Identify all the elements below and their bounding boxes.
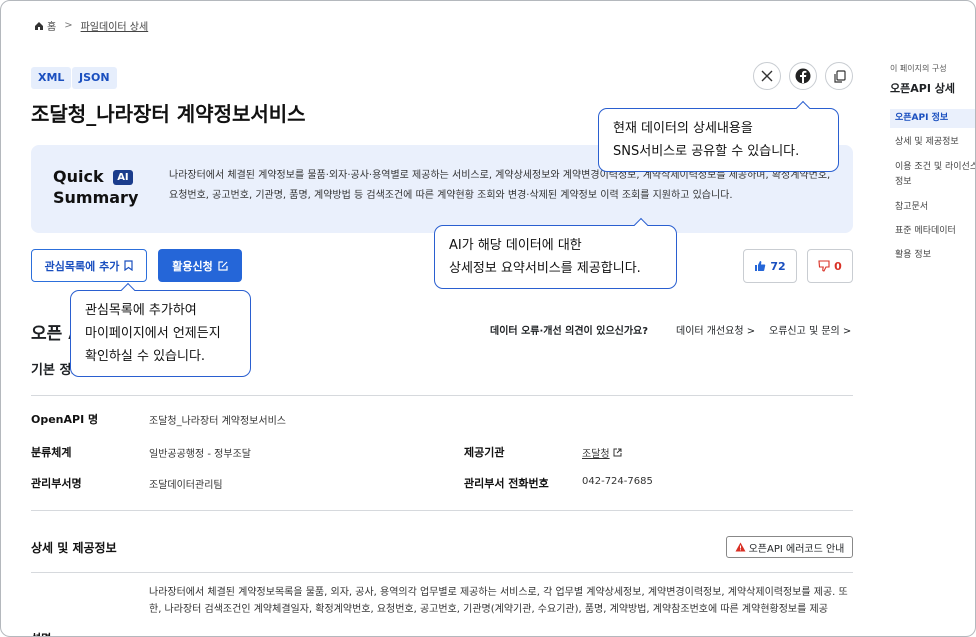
- divider: [31, 395, 853, 396]
- toc-item-reference[interactable]: 참고문서: [890, 200, 928, 215]
- favorite-tooltip-line2: 마이페이지에서 언제든지: [85, 326, 221, 341]
- divider: [31, 572, 853, 573]
- toc-item-license[interactable]: 이용 조건 및 라이선스 정보: [890, 160, 975, 190]
- provider-link[interactable]: 조달청: [582, 445, 622, 460]
- dept-label: 관리부서명: [31, 477, 82, 490]
- share-tooltip-line2: SNS서비스로 공유할 수 있습니다.: [613, 144, 800, 159]
- format-tag-xml: XML: [31, 67, 72, 89]
- dislike-count: 0: [834, 259, 842, 273]
- share-tooltip-line1: 현재 데이터의 상세내용을: [613, 121, 753, 136]
- category-label: 분류체계: [31, 446, 72, 459]
- format-tag-json: JSON: [72, 67, 117, 89]
- quick-summary-text: 나라장터에서 체결된 계약정보를 물품·외자·공사·용역별로 제공하는 서비스로…: [169, 170, 831, 201]
- breadcrumb-separator: >: [64, 20, 73, 31]
- provider-value[interactable]: 조달청: [582, 445, 610, 460]
- apply-button[interactable]: 활용신청: [158, 249, 242, 282]
- toc-item-detail[interactable]: 상세 및 제공정보: [890, 135, 959, 150]
- quick-summary-title-line2: Summary: [53, 188, 139, 207]
- description-label: 설명: [31, 630, 51, 636]
- toc-item-openapi-info[interactable]: 오픈API 정보: [890, 109, 975, 128]
- share-tooltip: 현재 데이터의 상세내용을 SNS서비스로 공유할 수 있습니다.: [598, 100, 839, 172]
- tooltip-arrow: [795, 100, 811, 116]
- error-code-label: 오픈API 에러코드 안내: [748, 543, 845, 555]
- favorite-tooltip-line1: 관심목록에 추가하여: [85, 303, 197, 318]
- breadcrumb-home[interactable]: 홈: [47, 18, 56, 33]
- warning-icon: [735, 542, 746, 552]
- phone-label: 관리부서 전화번호: [464, 477, 549, 490]
- detail-section-title: 상세 및 제공정보: [31, 541, 117, 555]
- toc-title: 오픈API 상세: [890, 82, 955, 95]
- ai-badge: AI: [113, 170, 133, 185]
- apply-label: 활용신청: [172, 259, 213, 273]
- tooltip-arrow: [120, 282, 136, 298]
- divider: [31, 510, 853, 511]
- openapi-name-label: OpenAPI 명: [31, 413, 99, 426]
- facebook-icon[interactable]: [789, 62, 817, 90]
- thumbs-up-icon: [755, 261, 766, 271]
- ai-tooltip: AI가 해당 데이터에 대한 상세정보 요약서비스를 제공합니다.: [434, 217, 677, 289]
- toc-item-usage[interactable]: 활용 정보: [890, 248, 931, 263]
- dislike-button[interactable]: 0: [807, 249, 853, 283]
- quick-summary-title-line1: Quick: [53, 167, 104, 186]
- toc-item-metadata[interactable]: 표준 메타데이터: [890, 224, 956, 239]
- like-button[interactable]: 72: [743, 249, 797, 283]
- breadcrumb-current[interactable]: 파일데이터 상세: [81, 18, 149, 33]
- phone-value: 042-724-7685: [582, 476, 653, 487]
- breadcrumb: 홈 > 파일데이터 상세: [34, 18, 148, 33]
- toc-caption: 이 페이지의 구성: [890, 64, 947, 73]
- like-count: 72: [770, 259, 786, 273]
- description-text: 나라장터에서 체결된 계약정보목록을 물품, 외자, 공사, 용역의각 업무별로…: [149, 587, 848, 615]
- ai-tooltip-line2: 상세정보 요약서비스를 제공합니다.: [449, 261, 641, 276]
- feedback-question: 데이터 오류·개선 의견이 있으신가요?: [490, 326, 649, 337]
- quick-summary-title: Quick AI Summary: [53, 166, 138, 208]
- external-edit-icon: [218, 260, 228, 271]
- category-value: 일반공공행정 - 정부조달: [149, 449, 251, 460]
- thumbs-down-icon: [818, 260, 830, 272]
- error-code-button[interactable]: 오픈API 에러코드 안내: [726, 536, 853, 558]
- add-favorite-label: 관심목록에 추가: [44, 259, 120, 273]
- home-icon[interactable]: 홈: [34, 18, 56, 33]
- provider-label: 제공기관: [464, 446, 505, 459]
- favorite-tooltip-line3: 확인하실 수 있습니다.: [85, 349, 206, 364]
- page-title: 조달청_나라장터 계약정보서비스: [31, 102, 306, 126]
- copy-icon[interactable]: [825, 62, 853, 90]
- improve-request-link[interactable]: 데이터 개선요청 >: [676, 322, 755, 337]
- dept-value: 조달데이터관리팀: [149, 480, 223, 491]
- openapi-name-value: 조달청_나라장터 계약정보서비스: [149, 416, 286, 427]
- external-link-icon: [613, 448, 622, 457]
- page-frame: 홈 > 파일데이터 상세 XML JSON 조달청_나라장터 계약정보서비스 Q…: [0, 0, 976, 637]
- add-favorite-button[interactable]: 관심목록에 추가: [31, 249, 147, 282]
- report-error-link[interactable]: 오류신고 및 문의 >: [769, 322, 851, 337]
- bookmark-icon: [124, 260, 133, 271]
- ai-tooltip-line1: AI가 해당 데이터에 대한: [449, 238, 582, 253]
- x-icon[interactable]: [753, 62, 781, 90]
- favorite-tooltip: 관심목록에 추가하여 마이페이지에서 언제든지 확인하실 수 있습니다.: [70, 282, 251, 377]
